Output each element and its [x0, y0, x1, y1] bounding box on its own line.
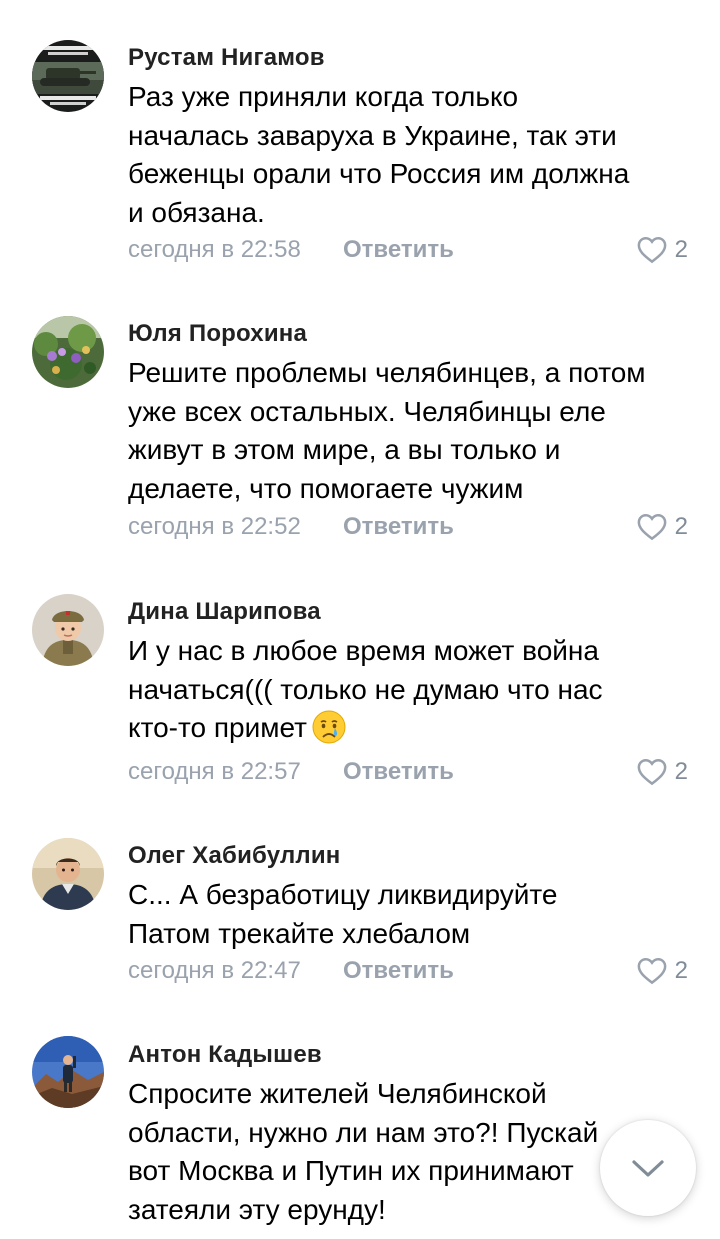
comment-text-line: И у нас в любое время может война — [128, 635, 599, 666]
comment-text-line: Патом трекайте хлебалом — [128, 917, 471, 949]
like-button[interactable]: 2 — [637, 234, 688, 266]
comment-meta: сегодня в 22:47 Ответить 2 — [128, 957, 688, 989]
comment-text-fragment: кто-то примет — [128, 712, 307, 743]
like-button[interactable]: 2 — [637, 756, 688, 788]
chevron-down-icon — [632, 1160, 664, 1177]
mountain-photo-avatar-icon — [32, 1036, 104, 1108]
comment-text: И у нас в любое время может война начать… — [128, 632, 688, 748]
flowers-avatar-icon — [32, 316, 104, 388]
heart-outline-icon — [637, 957, 667, 985]
comment-author[interactable]: Рустам Нигамов — [128, 44, 325, 72]
comment-author[interactable]: Юля Порохина — [128, 320, 307, 348]
comment-time: сегодня в 22:47 — [128, 957, 301, 984]
comment-text-line: начаться((( только не думаю что нас — [128, 673, 603, 705]
reply-button[interactable]: Ответить — [343, 513, 454, 541]
comment-text: Раз уже приняли когда только началась за… — [128, 78, 688, 232]
like-count: 2 — [674, 957, 688, 984]
comment-meta: сегодня в 22:58 Ответить 2 — [128, 236, 688, 268]
scroll-down-button[interactable] — [600, 1120, 696, 1216]
heart-outline-icon — [637, 758, 667, 786]
child-in-uniform-avatar-icon — [32, 594, 104, 666]
comment-author[interactable]: Олег Хабибуллин — [128, 842, 341, 870]
like-count: 2 — [674, 236, 688, 263]
avatar[interactable] — [32, 838, 104, 910]
crying-face-emoji-icon — [312, 710, 346, 744]
comment-text: Решите проблемы челябинцев, а потом уже … — [128, 354, 688, 508]
comment-text-line: Спросите жителей Челябинской — [128, 1078, 547, 1109]
comment-text-line: Решите проблемы челябинцев, а потом — [128, 357, 646, 388]
reply-button[interactable]: Ответить — [343, 758, 454, 786]
comment-text-line: С... А безработицу ликвидируйте — [128, 879, 558, 910]
comment-text-line: живут в этом мире, а вы только и — [128, 434, 561, 465]
reply-button[interactable]: Ответить — [343, 957, 454, 985]
heart-outline-icon — [637, 513, 667, 541]
comment-meta: сегодня в 22:57 Ответить 2 — [128, 758, 688, 790]
comment-text-line: Раз уже приняли когда только — [128, 81, 519, 112]
reply-button[interactable]: Ответить — [343, 236, 454, 264]
man-portrait-avatar-icon — [32, 838, 104, 910]
comment-text-line: и обязана. — [128, 196, 265, 228]
avatar[interactable] — [32, 1036, 104, 1108]
comment-time: сегодня в 22:58 — [128, 236, 301, 263]
like-button[interactable]: 2 — [637, 511, 688, 543]
comment-meta: сегодня в 22:52 Ответить 2 — [128, 513, 688, 545]
comment-text-line: делаете, что помогаете чужим — [128, 472, 524, 504]
comment-text-line: беженцы орали что Россия им должна — [128, 158, 630, 189]
comment-text-line: началась заваруха в Украине, так эти — [128, 119, 617, 151]
comment-author[interactable]: Дина Шарипова — [128, 598, 321, 626]
comment-text: С... А безработицу ликвидируйте Патом тр… — [128, 876, 688, 953]
comment-author[interactable]: Антон Кадышев — [128, 1041, 322, 1069]
comment-time: сегодня в 22:52 — [128, 513, 301, 540]
comment-text-line: кто-то примет — [128, 709, 688, 748]
avatar[interactable] — [32, 594, 104, 666]
avatar[interactable] — [32, 316, 104, 388]
tank-meme-avatar-icon — [32, 40, 104, 112]
comment-time: сегодня в 22:57 — [128, 758, 301, 785]
like-count: 2 — [674, 758, 688, 785]
comment-text-line: уже всех остальных. Челябинцы еле — [128, 395, 606, 427]
like-button[interactable]: 2 — [637, 955, 688, 987]
heart-outline-icon — [637, 236, 667, 264]
comment-text-line: затеяли эту ерунду! — [128, 1193, 386, 1225]
like-count: 2 — [674, 513, 688, 540]
avatar[interactable] — [32, 40, 104, 112]
